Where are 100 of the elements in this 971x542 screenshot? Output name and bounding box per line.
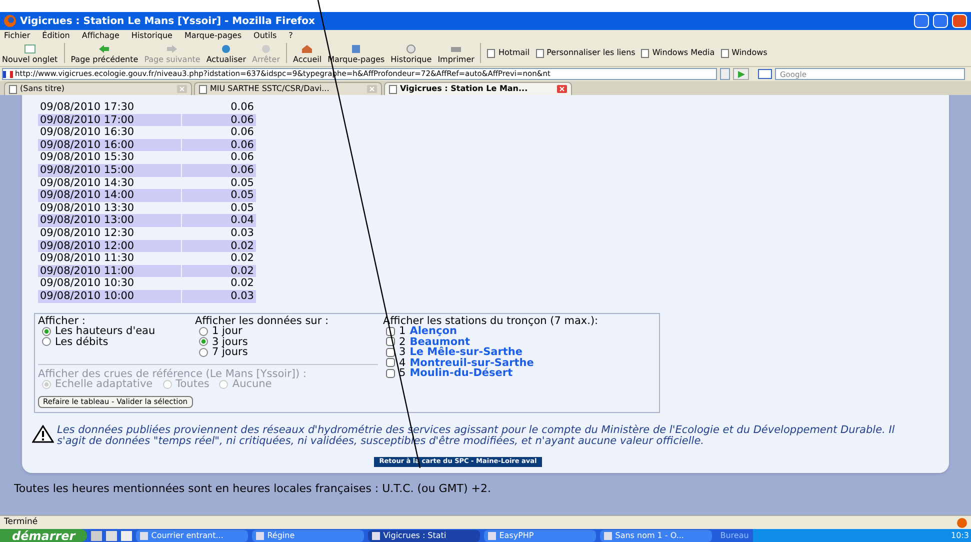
date-cell: 09/08/2010 15:00 (38, 164, 181, 177)
printer-icon (450, 44, 462, 54)
start-button[interactable]: démarrer (0, 529, 88, 542)
toolbar-label: Bureau (720, 530, 749, 542)
station-checkbox[interactable] (386, 326, 395, 336)
close-icon (177, 85, 187, 93)
toolbar-button[interactable]: Imprimer (438, 44, 474, 64)
page-icon (389, 84, 397, 94)
taskbar-button[interactable]: Vigicrues : Stati (368, 530, 480, 542)
quick-launch-button[interactable] (106, 530, 118, 540)
value-cell: 0.06 (182, 138, 256, 152)
toolbar-button[interactable]: Historique (390, 44, 432, 64)
quick-launch-button[interactable] (91, 530, 102, 540)
group-label: Afficher les données sur : (195, 316, 330, 326)
radio-option[interactable]: 7 jours (199, 347, 383, 358)
menu-item[interactable]: Outils (254, 32, 277, 40)
value-cell: 0.06 (182, 114, 256, 126)
window-title: Vigicrues : Station Le Mans [Yssoir] - Mozilla Firefox (20, 14, 315, 28)
radio-option[interactable]: Les débits (42, 336, 195, 347)
window-icon (140, 532, 148, 540)
value-cell: 0.06 (182, 164, 256, 177)
clock: 10:3 (951, 530, 969, 542)
browser-tab[interactable]: MIU SARTHE SSTC/CSR/Davi... (194, 82, 382, 95)
taskbar-button[interactable]: Sans nom 1 - O... (600, 530, 712, 542)
station-link[interactable]: Montreuil-sur-Sarthe (410, 358, 534, 368)
maximize-button[interactable] (933, 14, 948, 28)
timezone-note: Toutes les heures mentionnées sont en heures locales françaises : U.T.C. (ou GMT) +2. (14, 480, 492, 496)
station-number: 5 (399, 368, 406, 378)
value-cell-text: 0.02 (230, 277, 255, 290)
station-checkbox[interactable] (386, 337, 395, 346)
station-link[interactable]: Beaumont (410, 336, 470, 347)
date-cell: 09/08/2010 11:00 (38, 264, 181, 278)
toolbar-button[interactable]: Page précédente (70, 44, 138, 64)
date-cell: 09/08/2010 14:00 (38, 189, 181, 202)
bookmark-link[interactable]: Personnaliser les liens (536, 47, 636, 59)
toolbar-button[interactable]: Nouvel onglet (2, 44, 58, 64)
menu-item[interactable]: Fichier (4, 32, 30, 40)
window-icon (604, 532, 612, 540)
close-icon (557, 85, 567, 93)
right-arrow-icon (166, 44, 178, 54)
station-number: 1 (399, 326, 406, 336)
station-checkbox[interactable] (386, 348, 395, 357)
value-cell-text: 0.05 (230, 202, 255, 214)
toolbar-button[interactable]: Accueil (293, 44, 322, 64)
toolbar-button[interactable]: Actualiser (206, 44, 246, 64)
tab-icon (24, 44, 36, 54)
value-cell: 0.04 (182, 214, 256, 227)
value-cell-text: 0.03 (230, 226, 255, 240)
taskbar-button[interactable]: Courrier entrant... (136, 530, 248, 542)
window-icon (488, 532, 496, 540)
page-icon (536, 48, 544, 58)
browser-tab[interactable]: (Sans titre) (4, 82, 192, 95)
date-cell: 09/08/2010 17:00 (38, 114, 181, 126)
reload-icon (220, 44, 232, 54)
value-cell: 0.03 (182, 290, 256, 302)
station-checkbox[interactable] (386, 358, 395, 368)
flag-icon (3, 70, 13, 78)
value-cell-text: 0.06 (230, 101, 255, 114)
date-cell-text: 09/08/2010 10:30 (39, 277, 136, 290)
bookmark-link[interactable]: Hotmail (487, 47, 530, 59)
date-cell-text: 09/08/2010 15:30 (39, 151, 136, 164)
page-icon (487, 48, 496, 58)
date-cell: 09/08/2010 16:00 (38, 138, 181, 152)
minimize-button[interactable] (914, 14, 929, 28)
date-cell: 09/08/2010 13:00 (38, 214, 181, 227)
menu-item[interactable]: Édition (42, 32, 70, 40)
menu-item[interactable]: Historique (131, 32, 172, 40)
close-button[interactable] (952, 14, 967, 28)
bookmark-link[interactable]: Windows Media (641, 47, 715, 59)
radio-option[interactable]: 3 jours (199, 336, 383, 347)
menu-item[interactable]: Marque-pages (184, 32, 242, 40)
page-icon (9, 84, 17, 94)
station-link[interactable]: Le Mêle-sur-Sarthe (410, 347, 523, 358)
play-icon (738, 70, 744, 78)
menu-item[interactable]: ? (288, 32, 293, 40)
group-label: Afficher des crues de référence (Le Mans [Yssoir]) : (38, 368, 308, 379)
page-icon (641, 48, 650, 58)
date-cell: 09/08/2010 12:00 (38, 240, 181, 252)
value-cell: 0.05 (182, 189, 256, 202)
value-cell-text: 0.02 (230, 252, 255, 265)
station-number: 4 (399, 358, 406, 368)
page-icon (720, 48, 729, 58)
bookmark-link[interactable]: Windows (720, 47, 768, 59)
station-checkbox[interactable] (386, 368, 395, 378)
search-engine-icon (758, 69, 772, 79)
clock-icon (405, 44, 418, 54)
taskbar-button[interactable]: Régine (252, 530, 364, 542)
station-number: 3 (399, 347, 406, 358)
date-cell-text: 09/08/2010 11:30 (39, 252, 136, 265)
quick-launch-button[interactable] (121, 530, 132, 540)
taskbar-button[interactable]: EasyPHP (484, 530, 596, 542)
go-button[interactable] (733, 68, 749, 80)
station-link[interactable]: Moulin-du-Désert (410, 368, 513, 378)
radio-option[interactable]: Les hauteurs d'eau (42, 326, 195, 336)
status-text: Terminé (4, 516, 39, 529)
menu-item[interactable]: Affichage (82, 32, 120, 40)
station-link[interactable]: Alençon (410, 326, 457, 336)
browser-tab[interactable]: Vigicrues : Station Le Man... (384, 82, 572, 95)
value-cell: 0.02 (182, 240, 256, 252)
radio-option[interactable]: 1 jour (199, 326, 383, 336)
